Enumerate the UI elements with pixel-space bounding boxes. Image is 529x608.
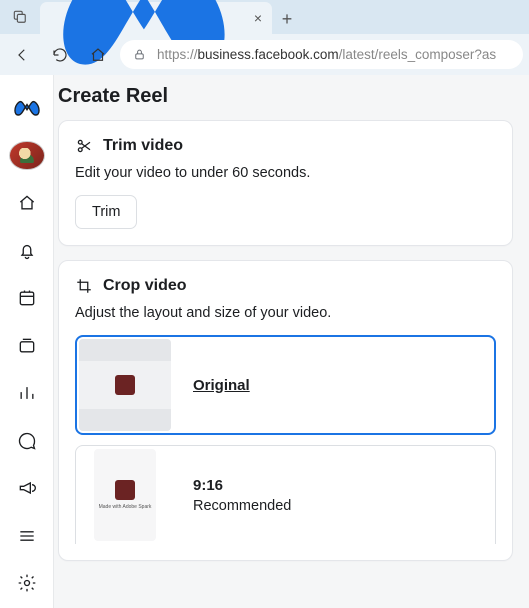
sidebar-notifications-icon[interactable] bbox=[9, 236, 45, 266]
tab-manager-icon[interactable] bbox=[0, 0, 40, 34]
crop-card-title: Crop video bbox=[103, 277, 187, 295]
sidebar-all-tools-icon[interactable] bbox=[9, 521, 45, 551]
crop-thumb-original bbox=[79, 339, 171, 431]
page-avatar[interactable] bbox=[9, 141, 45, 171]
crop-option-sublabel: Recommended bbox=[193, 498, 291, 514]
sidebar-inbox-icon[interactable] bbox=[9, 426, 45, 456]
trim-button[interactable]: Trim bbox=[75, 195, 137, 229]
sidebar-planner-icon[interactable] bbox=[9, 283, 45, 313]
page-title: Create Reel bbox=[58, 75, 513, 120]
browser-tab-strip: Meta Business Suite × + bbox=[0, 0, 529, 34]
trim-card-desc: Edit your video to under 60 seconds. bbox=[75, 165, 496, 181]
main-content: Create Reel Trim video Edit your video t… bbox=[54, 75, 529, 608]
refresh-button[interactable] bbox=[44, 39, 76, 71]
crop-icon bbox=[75, 277, 93, 295]
trim-card-title: Trim video bbox=[103, 137, 183, 155]
sidebar-insights-icon[interactable] bbox=[9, 378, 45, 408]
sidebar-settings-icon[interactable] bbox=[9, 569, 45, 599]
crop-option-916[interactable]: Made with Adobe Spark 9:16 Recommended bbox=[75, 445, 496, 544]
crop-video-card: Crop video Adjust the layout and size of… bbox=[58, 260, 513, 561]
sidebar bbox=[0, 75, 54, 608]
address-bar[interactable]: https://business.facebook.com/latest/ree… bbox=[120, 40, 523, 69]
trim-video-card: Trim video Edit your video to under 60 s… bbox=[58, 120, 513, 246]
crop-option-original[interactable]: Original bbox=[75, 335, 496, 435]
crop-option-label: Original bbox=[193, 377, 250, 394]
back-button[interactable] bbox=[6, 39, 38, 71]
url-text: https://business.facebook.com/latest/ree… bbox=[157, 47, 496, 62]
sidebar-content-icon[interactable] bbox=[9, 331, 45, 361]
new-tab-button[interactable]: + bbox=[272, 4, 302, 34]
sidebar-ads-icon[interactable] bbox=[9, 473, 45, 503]
meta-logo-icon[interactable] bbox=[9, 93, 45, 123]
app-frame: Create Reel Trim video Edit your video t… bbox=[0, 75, 529, 608]
crop-card-desc: Adjust the layout and size of your video… bbox=[75, 305, 496, 321]
tab-close-icon[interactable]: × bbox=[254, 10, 262, 26]
home-button[interactable] bbox=[82, 39, 114, 71]
crop-option-label: 9:16 bbox=[193, 477, 291, 494]
lock-icon bbox=[132, 47, 147, 62]
sidebar-home-icon[interactable] bbox=[9, 188, 45, 218]
crop-thumb-916: Made with Adobe Spark bbox=[94, 449, 156, 541]
scissors-icon bbox=[75, 137, 93, 155]
browser-tab-active[interactable]: Meta Business Suite × bbox=[40, 2, 272, 34]
